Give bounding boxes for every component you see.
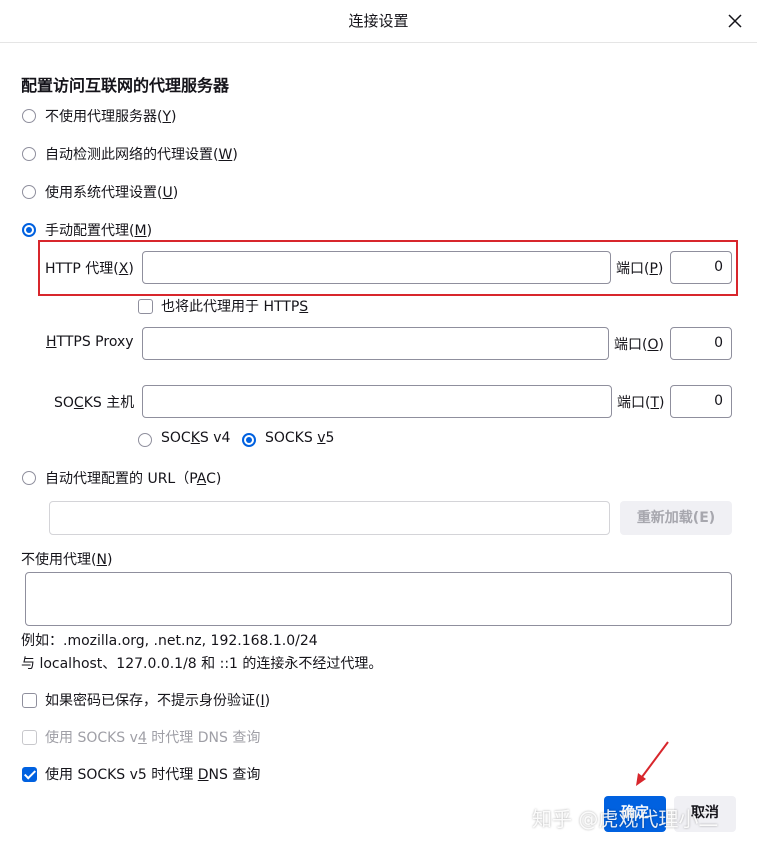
radio-no-proxy-label[interactable]: 不使用代理服务器(Y) xyxy=(45,106,177,126)
radio-auto-detect-label[interactable]: 自动检测此网络的代理设置(W) xyxy=(45,144,238,164)
radio-socks-v5-label[interactable]: SOCKS v5 xyxy=(265,430,334,446)
socks-host-label: SOCKS 主机 xyxy=(54,395,135,411)
section-heading: 配置访问互联网的代理服务器 xyxy=(21,76,230,95)
highlight-box xyxy=(38,240,738,296)
radio-pac[interactable] xyxy=(22,471,36,485)
watermark: 知乎 @虎观代理小二 xyxy=(532,807,719,831)
radio-auto-detect[interactable] xyxy=(22,147,36,161)
socks4-dns-checkbox[interactable] xyxy=(22,730,37,745)
radio-manual-proxy-label[interactable]: 手动配置代理(M) xyxy=(45,220,152,240)
socks4-dns-label[interactable]: 使用 SOCKS v4 时代理 DNS 查询 xyxy=(45,727,260,747)
radio-manual-proxy[interactable] xyxy=(22,223,36,237)
annotation-arrow-icon xyxy=(636,741,669,786)
also-https-label[interactable]: 也将此代理用于 HTTPS xyxy=(161,296,308,316)
socks-port-input[interactable]: 0 xyxy=(670,385,732,418)
socks-host-input[interactable] xyxy=(142,385,612,418)
dialog-title: 连接设置 xyxy=(348,12,409,30)
socks5-dns-label[interactable]: 使用 SOCKS v5 时代理 DNS 查询 xyxy=(45,764,260,784)
no-proxy-label: 不使用代理(N) xyxy=(21,552,113,568)
socks-port-label: 端口(T) xyxy=(617,395,665,411)
reload-button[interactable]: 重新加载(E) xyxy=(620,501,732,535)
https-proxy-input[interactable] xyxy=(142,327,609,360)
no-proxy-note: 与 localhost、127.0.0.1/8 和 ::1 的连接永不经过代理。 xyxy=(21,656,383,672)
no-auth-prompt-label[interactable]: 如果密码已保存，不提示身份验证(I) xyxy=(45,690,270,710)
close-button[interactable] xyxy=(720,6,750,36)
no-auth-prompt-checkbox[interactable] xyxy=(22,693,37,708)
pac-url-input[interactable] xyxy=(49,501,610,535)
socks5-dns-checkbox[interactable] xyxy=(22,767,37,782)
https-port-label: 端口(O) xyxy=(614,337,664,353)
no-proxy-example: 例如：.mozilla.org, .net.nz, 192.168.1.0/24 xyxy=(21,633,318,649)
no-proxy-textarea[interactable] xyxy=(25,572,732,626)
radio-system-proxy[interactable] xyxy=(22,185,36,199)
radio-socks-v4[interactable] xyxy=(138,433,152,447)
also-https-checkbox[interactable] xyxy=(138,299,153,314)
https-port-input[interactable]: 0 xyxy=(670,327,732,360)
radio-pac-label[interactable]: 自动代理配置的 URL（PAC) xyxy=(45,468,221,488)
radio-socks-v4-label[interactable]: SOCKS v4 xyxy=(161,430,230,446)
close-icon xyxy=(728,14,742,28)
radio-no-proxy[interactable] xyxy=(22,109,36,123)
radio-system-proxy-label[interactable]: 使用系统代理设置(U) xyxy=(45,182,178,202)
radio-socks-v5[interactable] xyxy=(242,433,256,447)
https-proxy-label: HTTPS Proxy xyxy=(46,334,134,350)
